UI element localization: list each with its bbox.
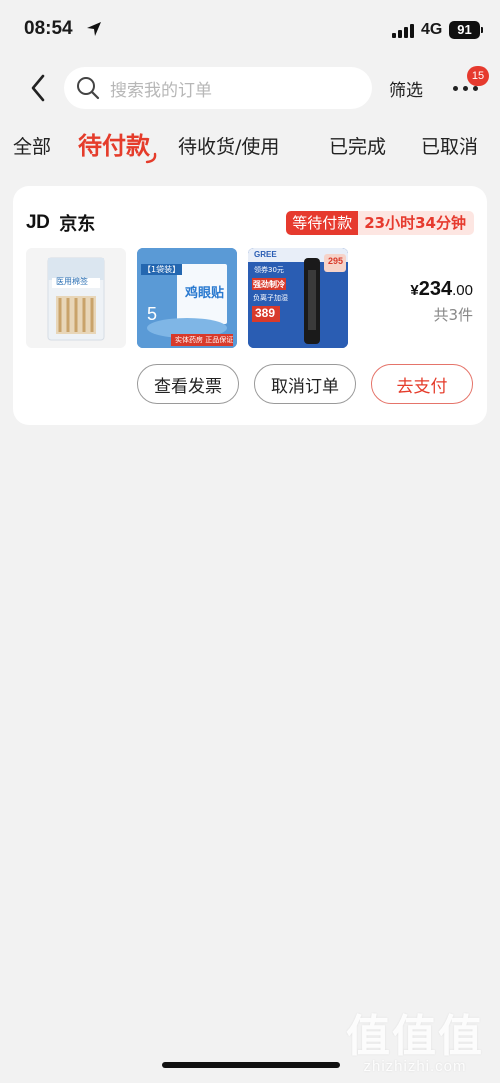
product-thumbnail[interactable]: GREE 295 领券30元 强劲制冷 389 负离子加湿 (248, 248, 348, 348)
notification-badge: 15 (467, 66, 489, 86)
product-tag: 【1袋装】 (141, 264, 183, 275)
product-promo-mid: 强劲制冷 (253, 280, 285, 289)
chevron-left-icon (31, 74, 45, 102)
home-indicator[interactable] (162, 1062, 340, 1068)
status-label: 等待付款 (286, 211, 359, 235)
active-tab-indicator (145, 152, 157, 164)
network-type: 4G (421, 21, 443, 38)
tab-cancelled[interactable]: 已取消 (421, 132, 478, 159)
filter-button[interactable]: 筛选 (389, 76, 423, 101)
cancel-order-button[interactable]: 取消订单 (254, 364, 356, 404)
product-promo-top: 领券30元 (254, 266, 284, 274)
tab-completed[interactable]: 已完成 (329, 132, 386, 159)
pay-button[interactable]: 去支付 (371, 364, 473, 404)
order-tabs: 全部 待付款 待收货/使用 已完成 已取消 (0, 126, 500, 170)
view-invoice-button[interactable]: 查看发票 (137, 364, 239, 404)
product-pack-text: 医用棉签 (56, 277, 88, 286)
product-footer: 实体药房 正品保证 (175, 336, 234, 344)
product-thumbnail[interactable]: 【1袋装】 鸡眼贴 5 实体药房 正品保证 (137, 248, 237, 348)
battery-tip (481, 27, 483, 33)
product-price-tag: 389 (255, 306, 276, 320)
battery-icon: 91 (449, 21, 480, 39)
tab-pending-payment[interactable]: 待付款 (78, 126, 150, 161)
back-button[interactable] (22, 70, 54, 106)
order-status-badge: 等待付款 23小时34分钟 (286, 211, 474, 235)
product-thumbnail[interactable]: 医用棉签 (26, 248, 126, 348)
product-badge: 295 (328, 256, 344, 266)
more-dots-icon (453, 86, 458, 91)
product-brand: GREE (254, 250, 277, 259)
shop-name: 京东 (59, 214, 96, 235)
jd-logo: JD (26, 212, 50, 233)
product-promo-bot: 负离子加湿 (253, 294, 288, 302)
price-decimal: .00 (452, 282, 473, 299)
order-card[interactable]: JD 京东 等待付款 23小时34分钟 医用棉签 【1袋装】 鸡眼贴 5 实体药… (13, 186, 487, 425)
status-time: 08:54 (24, 18, 73, 39)
item-count: 共3件 (433, 306, 473, 324)
search-icon (77, 77, 100, 100)
tab-all[interactable]: 全部 (13, 132, 51, 159)
payment-countdown: 23小时34分钟 (358, 211, 474, 235)
cellular-signal-icon (392, 23, 414, 42)
location-arrow-icon (86, 21, 102, 41)
shop-header[interactable]: JD 京东 (26, 210, 95, 236)
product-qty: 5 (147, 304, 158, 324)
price-integer: 234 (418, 278, 453, 300)
product-box-text: 鸡眼贴 (185, 286, 225, 301)
order-total-price: ¥234.00 (410, 278, 473, 301)
search-placeholder: 搜索我的订单 (110, 80, 212, 101)
watermark-logo: 值值值 (346, 1011, 484, 1062)
search-input[interactable]: 搜索我的订单 (64, 67, 372, 109)
currency-symbol: ¥ (410, 282, 419, 299)
watermark: 值值值 zhizhizhi.com (340, 1000, 490, 1075)
status-bar: 08:54 4G 91 (0, 0, 500, 62)
cotton-swab-pack-image (47, 257, 105, 341)
tab-to-receive[interactable]: 待收货/使用 (178, 132, 279, 159)
